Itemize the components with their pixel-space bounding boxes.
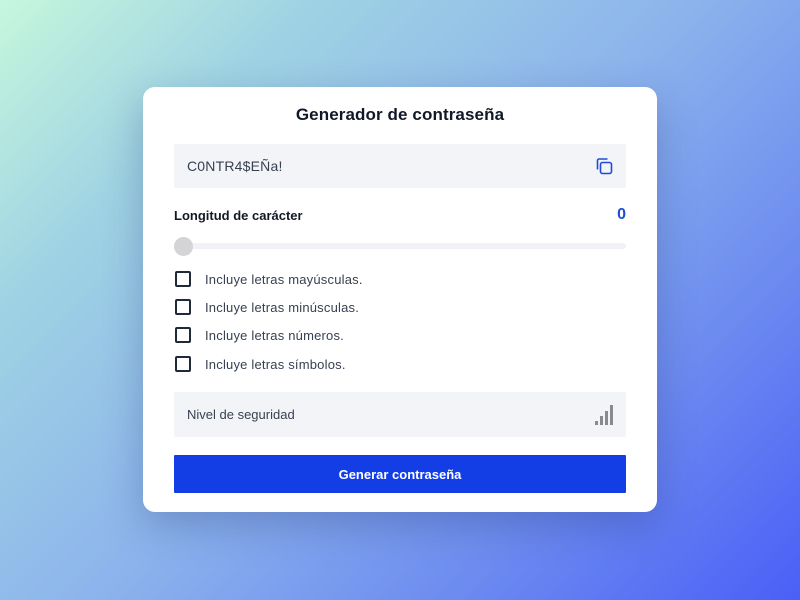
option-uppercase[interactable]: Incluye letras mayúsculas. (175, 270, 363, 288)
length-value: 0 (617, 206, 626, 223)
option-numbers[interactable]: Incluye letras números. (175, 326, 344, 344)
lowercase-checkbox[interactable] (175, 299, 191, 315)
symbols-checkbox[interactable] (175, 356, 191, 372)
symbols-label: Incluye letras símbolos. (205, 356, 346, 372)
password-generator-card: Generador de contraseña C0NTR4$EÑa! Long… (143, 87, 657, 512)
password-display: C0NTR4$EÑa! (174, 144, 626, 188)
uppercase-label: Incluye letras mayúsculas. (205, 271, 363, 287)
uppercase-checkbox[interactable] (175, 271, 191, 287)
lowercase-label: Incluye letras minúsculas. (205, 299, 360, 315)
length-slider-thumb[interactable] (174, 237, 193, 256)
generate-password-button[interactable]: Generar contraseña (174, 455, 626, 493)
numbers-label: Incluye letras números. (205, 327, 344, 343)
length-slider-track[interactable] (174, 243, 626, 249)
signal-strength-icon (594, 404, 614, 426)
strength-label: Nivel de seguridad (187, 407, 295, 422)
copy-icon[interactable] (594, 156, 614, 176)
strength-indicator: Nivel de seguridad (174, 392, 626, 437)
option-lowercase[interactable]: Incluye letras minúsculas. (175, 298, 359, 316)
password-value: C0NTR4$EÑa! (187, 158, 283, 174)
numbers-checkbox[interactable] (175, 327, 191, 343)
page-title: Generador de contraseña (295, 105, 505, 124)
length-label: Longitud de carácter (174, 208, 303, 223)
option-symbols[interactable]: Incluye letras símbolos. (175, 355, 346, 373)
